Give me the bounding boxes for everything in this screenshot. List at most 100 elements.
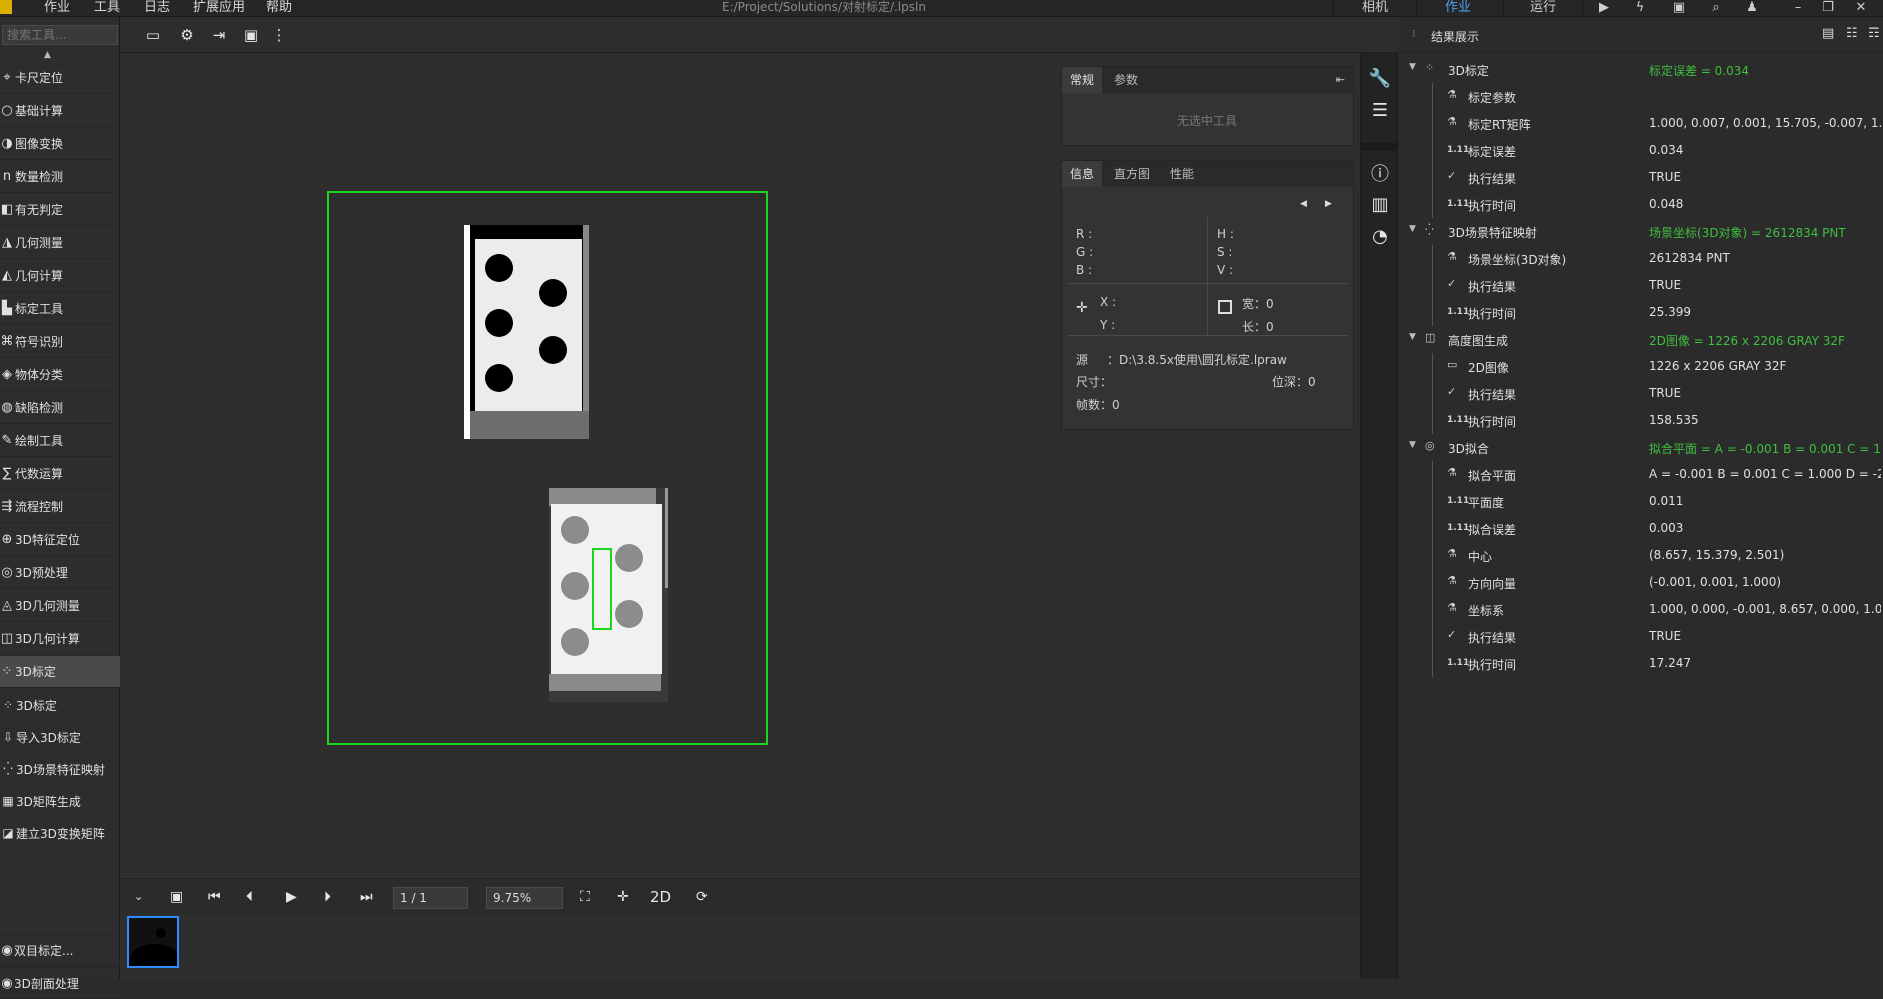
menu-job[interactable]: 作业 xyxy=(44,0,70,17)
tool-bottom-item-2[interactable]: ◉ 3D剖面处理 xyxy=(0,967,120,999)
result-item-row[interactable]: ⚗ 标定RT矩阵 1.000, 0.007, 0.001, 15.705, -0.0… xyxy=(1398,110,1883,137)
next-frame-icon[interactable]: ⏵ xyxy=(324,888,331,906)
tool-sub-item-1[interactable]: ⁘ 3D标定 xyxy=(0,689,120,721)
collapse-caret-icon[interactable]: ▲ xyxy=(44,50,51,60)
result-item-row[interactable]: 1.11 拟合误差 0.003 xyxy=(1398,515,1883,542)
tab-run[interactable]: 运行 xyxy=(1508,0,1578,17)
result-group-row[interactable]: ▼ ◎ 3D拟合 拟合平面 = A = -0.001 B = 0.001 C = 1.… xyxy=(1398,434,1883,461)
result-item-row[interactable]: ✓ 执行结果 TRUE xyxy=(1398,272,1883,299)
tool-category-9[interactable]: ⌘ 符号识别 xyxy=(0,326,120,358)
tool-category-17[interactable]: ◬ 3D几何测量 xyxy=(0,590,120,622)
tool-category-12[interactable]: ✎ 绘制工具 xyxy=(0,425,120,457)
zoom-field[interactable]: 9.75% xyxy=(486,887,563,909)
result-group-row[interactable]: ▼ ⁘ 3D标定 标定误差 = 0.034 xyxy=(1398,56,1883,83)
frame-index-field[interactable]: 1 / 1 xyxy=(393,887,468,909)
tool-sub-item-4[interactable]: ▦ 3D矩阵生成 xyxy=(0,785,120,817)
run-icon[interactable]: ▶ xyxy=(1596,0,1612,17)
expand-arrow-icon[interactable]: ▼ xyxy=(1409,332,1416,342)
mode-2d-button[interactable]: 2D xyxy=(650,888,671,906)
refresh-icon[interactable]: ⟳ xyxy=(696,888,708,906)
tool-category-10[interactable]: ◈ 物体分类 xyxy=(0,359,120,391)
result-item-row[interactable]: ✓ 执行结果 TRUE xyxy=(1398,164,1883,191)
list-view-icon[interactable]: ☷ xyxy=(1846,26,1858,41)
more-icon[interactable]: ⋮ xyxy=(270,26,288,44)
collapse-dots-icon[interactable]: ⁝ xyxy=(1412,27,1416,40)
lightning-icon[interactable]: ϟ xyxy=(1632,0,1648,17)
histogram-icon[interactable]: ▥ xyxy=(1368,193,1392,217)
info-icon[interactable]: ⓘ xyxy=(1368,163,1392,187)
result-item-row[interactable]: 1.11 执行时间 25.399 xyxy=(1398,299,1883,326)
expand-arrow-icon[interactable]: ▼ xyxy=(1409,440,1416,450)
tool-category-1[interactable]: ⌖ 卡尺定位 xyxy=(0,62,120,94)
tool-sub-item-5[interactable]: ◪ 建立3D变换矩阵 xyxy=(0,817,120,849)
play-icon[interactable]: ▶ xyxy=(286,888,297,906)
image-list-icon[interactable]: ▣ xyxy=(170,888,183,906)
tool-category-3[interactable]: ◑ 图像变换 xyxy=(0,128,120,160)
image-source-icon[interactable]: ▭ xyxy=(144,26,162,44)
menu-extensions[interactable]: 扩展应用 xyxy=(193,0,245,17)
fit-screen-icon[interactable]: ⛶ xyxy=(580,888,590,906)
prev-arrow-icon[interactable]: ◀ xyxy=(1300,199,1307,209)
restore-icon[interactable]: ❐ xyxy=(1820,0,1836,17)
menu-log[interactable]: 日志 xyxy=(144,0,170,17)
result-item-row[interactable]: ✓ 执行结果 TRUE xyxy=(1398,380,1883,407)
center-icon[interactable]: ✛ xyxy=(617,888,629,906)
minimize-icon[interactable]: – xyxy=(1790,0,1806,17)
tool-category-6[interactable]: ◮ 几何测量 xyxy=(0,227,120,259)
result-item-row[interactable]: ⚗ 标定参数 xyxy=(1398,83,1883,110)
result-item-row[interactable]: ⚗ 方向向量 (-0.001, 0.001, 1.000) xyxy=(1398,569,1883,596)
result-item-row[interactable]: 1.11 执行时间 158.535 xyxy=(1398,407,1883,434)
search-icon[interactable]: ⌕ xyxy=(1708,0,1724,17)
tab-histogram[interactable]: 直方图 xyxy=(1106,161,1158,187)
tool-category-2[interactable]: ○ 基础计算 xyxy=(0,95,120,127)
result-item-row[interactable]: 1.11 执行时间 17.247 xyxy=(1398,650,1883,677)
tab-params[interactable]: 参数 xyxy=(1106,67,1146,93)
tool-sub-item-2[interactable]: ⇩ 导入3D标定 xyxy=(0,721,120,753)
tool-category-8[interactable]: ▙ 标定工具 xyxy=(0,293,120,325)
result-item-row[interactable]: ⚗ 坐标系 1.000, 0.000, -0.001, 8.657, 0.000, … xyxy=(1398,596,1883,623)
expand-arrow-icon[interactable]: ▼ xyxy=(1409,224,1416,234)
first-frame-icon[interactable]: ⏮ xyxy=(208,888,221,906)
result-group-row[interactable]: ▼ ◫ 高度图生成 2D图像 = 1226 x 2206 GRAY 32F xyxy=(1398,326,1883,353)
result-item-row[interactable]: 1.11 标定误差 0.034 xyxy=(1398,137,1883,164)
export-icon[interactable]: ⇥ xyxy=(210,26,228,44)
result-item-row[interactable]: ▭ 2D图像 1226 x 2206 GRAY 32F xyxy=(1398,353,1883,380)
image-thumbnail[interactable] xyxy=(127,916,179,968)
result-group-row[interactable]: ▼ ⁛ 3D场景特征映射 场景坐标(3D对象) = 2612834 PNT xyxy=(1398,218,1883,245)
result-item-row[interactable]: 1.11 平面度 0.011 xyxy=(1398,488,1883,515)
image-canvas[interactable]: 常规 参数 ⇤ 无选中工具 信息 直方图 性能 ◀ ▶ R : G : B : … xyxy=(120,53,1360,878)
add-folder-icon[interactable]: ▤ xyxy=(1822,26,1834,41)
tool-category-14[interactable]: ⇶ 流程控制 xyxy=(0,491,120,523)
tab-info[interactable]: 信息 xyxy=(1062,161,1103,187)
close-icon[interactable]: ✕ xyxy=(1853,0,1869,17)
tab-general[interactable]: 常规 xyxy=(1062,67,1103,93)
menu-tools[interactable]: 工具 xyxy=(94,0,120,17)
tab-camera[interactable]: 相机 xyxy=(1340,0,1410,17)
pin-icon[interactable]: ⇤ xyxy=(1336,73,1345,86)
result-item-row[interactable]: ⚗ 中心 (8.657, 15.379, 2.501) xyxy=(1398,542,1883,569)
tool-category-7[interactable]: ◭ 几何计算 xyxy=(0,260,120,292)
wrench-icon[interactable]: 🔧 xyxy=(1368,67,1392,91)
expand-down-icon[interactable]: ⌄ xyxy=(134,888,143,906)
tool-search-input[interactable] xyxy=(2,25,118,45)
tool-category-19[interactable]: ⁘ 3D标定 xyxy=(0,656,120,688)
tool-category-15[interactable]: ⊕ 3D特征定位 xyxy=(0,524,120,556)
last-frame-icon[interactable]: ⏭ xyxy=(360,888,373,906)
prev-frame-icon[interactable]: ⏴ xyxy=(246,888,253,906)
result-item-row[interactable]: ⚗ 拟合平面 A = -0.001 B = 0.001 C = 1.000 D = … xyxy=(1398,461,1883,488)
gauge-icon[interactable]: ◔ xyxy=(1368,225,1392,249)
inner-roi-rectangle[interactable] xyxy=(592,548,612,630)
tool-category-18[interactable]: ◫ 3D几何计算 xyxy=(0,623,120,655)
tab-job[interactable]: 作业 xyxy=(1423,0,1493,17)
tool-category-16[interactable]: ◎ 3D预处理 xyxy=(0,557,120,589)
menu-help[interactable]: 帮助 xyxy=(266,0,292,17)
save-icon[interactable]: ▣ xyxy=(1671,0,1687,17)
tree-view-icon[interactable]: ☶ xyxy=(1868,26,1880,41)
save-image-icon[interactable]: ▣ xyxy=(242,26,260,44)
result-item-row[interactable]: ⚗ 场景坐标(3D对象) 2612834 PNT xyxy=(1398,245,1883,272)
gear-icon[interactable]: ⚙ xyxy=(178,26,196,44)
tab-performance[interactable]: 性能 xyxy=(1162,161,1202,187)
next-arrow-icon[interactable]: ▶ xyxy=(1325,199,1332,209)
user-icon[interactable]: ♟ xyxy=(1744,0,1760,17)
tool-category-5[interactable]: ◧ 有无判定 xyxy=(0,194,120,226)
